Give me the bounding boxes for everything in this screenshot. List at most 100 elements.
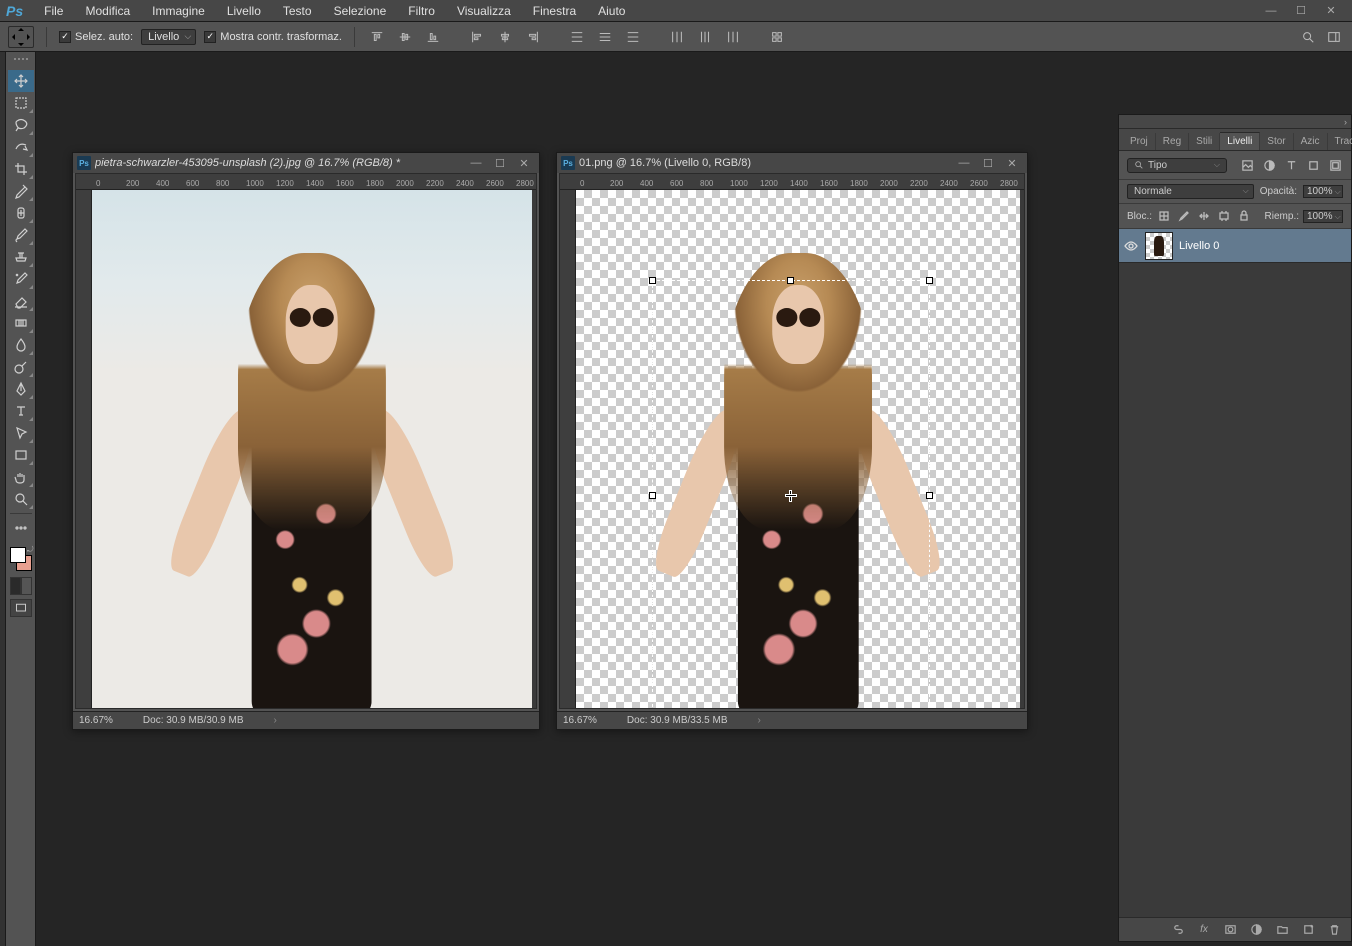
doc-close[interactable]: ✕	[1001, 155, 1023, 171]
distribute-left-icon[interactable]	[667, 27, 687, 47]
quick-select-tool[interactable]	[8, 136, 34, 158]
hand-tool[interactable]	[8, 466, 34, 488]
tab-properties[interactable]: Proj	[1123, 133, 1156, 150]
zoom-readout[interactable]: 16.67%	[79, 715, 113, 726]
lock-artboard-icon[interactable]	[1216, 208, 1232, 224]
distribute-vcenter-icon[interactable]	[595, 27, 615, 47]
layer-visibility-toggle[interactable]	[1123, 238, 1139, 254]
tab-actions[interactable]: Azic	[1294, 133, 1328, 150]
tab-styles[interactable]: Stili	[1189, 133, 1220, 150]
gradient-tool[interactable]	[8, 312, 34, 334]
tab-layers[interactable]: Livelli	[1220, 132, 1260, 150]
doc-close[interactable]: ✕	[513, 155, 535, 171]
doc-minimize[interactable]: —	[465, 155, 487, 171]
align-hcenter-icon[interactable]	[495, 27, 515, 47]
brush-tool[interactable]	[8, 224, 34, 246]
menu-window[interactable]: Finestra	[522, 2, 587, 20]
auto-select-target-dropdown[interactable]: Livello	[141, 29, 196, 45]
layer-row[interactable]: Livello 0	[1119, 229, 1351, 263]
menu-file[interactable]: File	[33, 2, 74, 20]
doc-maximize[interactable]: ☐	[977, 155, 999, 171]
lasso-tool[interactable]	[8, 114, 34, 136]
filter-smartobj-icon[interactable]	[1327, 157, 1343, 173]
eraser-tool[interactable]	[8, 290, 34, 312]
tab-adjustments[interactable]: Reg	[1156, 133, 1189, 150]
tab-history[interactable]: Stor	[1260, 133, 1293, 150]
workspace-switcher-icon[interactable]	[1324, 27, 1344, 47]
distribute-right-icon[interactable]	[723, 27, 743, 47]
lock-position-icon[interactable]	[1196, 208, 1212, 224]
menu-type[interactable]: Testo	[272, 2, 323, 20]
fill-input[interactable]: 100%	[1303, 210, 1343, 223]
delete-layer-icon[interactable]	[1325, 921, 1343, 939]
doc-size-readout[interactable]: Doc: 30.9 MB/30.9 MB	[143, 715, 244, 726]
document-titlebar[interactable]: Ps 01.png @ 16.7% (Livello 0, RGB/8) — ☐…	[557, 153, 1027, 173]
move-tool[interactable]	[8, 70, 34, 92]
foreground-color-swatch[interactable]	[10, 547, 26, 563]
show-transform-checkbox[interactable]: Mostra contr. trasformaz.	[204, 31, 342, 43]
align-vcenter-icon[interactable]	[395, 27, 415, 47]
current-tool-indicator[interactable]	[8, 26, 34, 48]
lock-pixels-icon[interactable]	[1176, 208, 1192, 224]
color-swatches[interactable]: ⤾	[8, 545, 34, 573]
pen-tool[interactable]	[8, 378, 34, 400]
auto-select-checkbox[interactable]: Selez. auto:	[59, 31, 133, 43]
window-close[interactable]: ✕	[1316, 2, 1346, 20]
horizontal-ruler[interactable]: 0 200 400 600 800 1000 1200 1400 1600 18…	[76, 174, 536, 190]
distribute-bottom-icon[interactable]	[623, 27, 643, 47]
filter-pixel-icon[interactable]	[1239, 157, 1255, 173]
toolbox-grip[interactable]	[9, 58, 33, 66]
crop-tool[interactable]	[8, 158, 34, 180]
window-maximize[interactable]: ☐	[1286, 2, 1316, 20]
vertical-ruler[interactable]	[76, 190, 92, 708]
edit-toolbar[interactable]	[8, 517, 34, 539]
lock-all-icon[interactable]	[1236, 208, 1252, 224]
lock-transparency-icon[interactable]	[1156, 208, 1172, 224]
doc-size-readout[interactable]: Doc: 30.9 MB/33.5 MB	[627, 715, 728, 726]
marquee-tool[interactable]	[8, 92, 34, 114]
align-top-edges-icon[interactable]	[367, 27, 387, 47]
layer-thumbnail[interactable]	[1145, 232, 1173, 260]
menu-layer[interactable]: Livello	[216, 2, 272, 20]
new-layer-icon[interactable]	[1299, 921, 1317, 939]
blur-tool[interactable]	[8, 334, 34, 356]
clone-stamp-tool[interactable]	[8, 246, 34, 268]
horizontal-ruler[interactable]: 0 200 400 600 800 1000 1200 1400 1600 18…	[560, 174, 1024, 190]
align-right-edges-icon[interactable]	[523, 27, 543, 47]
menu-select[interactable]: Selezione	[323, 2, 398, 20]
menu-help[interactable]: Aiuto	[587, 2, 636, 20]
layer-name[interactable]: Livello 0	[1179, 240, 1219, 252]
history-brush-tool[interactable]	[8, 268, 34, 290]
quickmask-toggle[interactable]	[10, 577, 32, 595]
adjustment-layer-icon[interactable]	[1247, 921, 1265, 939]
menu-image[interactable]: Immagine	[141, 2, 216, 20]
menu-filter[interactable]: Filtro	[397, 2, 446, 20]
panel-collapse-bar[interactable]: ›	[1119, 115, 1351, 129]
search-icon[interactable]	[1298, 27, 1318, 47]
layer-filter-kind-dropdown[interactable]: Tipo	[1127, 158, 1227, 173]
layer-mask-icon[interactable]	[1221, 921, 1239, 939]
doc-minimize[interactable]: —	[953, 155, 975, 171]
blend-mode-dropdown[interactable]: Normale	[1127, 184, 1254, 199]
collapse-icon[interactable]: ›	[1344, 117, 1347, 127]
canvas[interactable]	[576, 190, 1024, 708]
swap-colors-icon[interactable]: ⤾	[27, 545, 34, 555]
type-tool[interactable]	[8, 400, 34, 422]
healing-brush-tool[interactable]	[8, 202, 34, 224]
filter-adjustment-icon[interactable]	[1261, 157, 1277, 173]
shape-tool[interactable]	[8, 444, 34, 466]
window-minimize[interactable]: —	[1256, 2, 1286, 20]
align-bottom-edges-icon[interactable]	[423, 27, 443, 47]
opacity-input[interactable]: 100%	[1303, 185, 1343, 198]
layer-fx-icon[interactable]: fx	[1195, 921, 1213, 939]
screenmode-toggle[interactable]	[10, 599, 32, 617]
distribute-hcenter-icon[interactable]	[695, 27, 715, 47]
link-layers-icon[interactable]	[1169, 921, 1187, 939]
status-flyout-icon[interactable]: ›	[274, 715, 277, 726]
layer-group-icon[interactable]	[1273, 921, 1291, 939]
distribute-top-icon[interactable]	[567, 27, 587, 47]
filter-type-icon[interactable]	[1283, 157, 1299, 173]
menu-view[interactable]: Visualizza	[446, 2, 522, 20]
doc-maximize[interactable]: ☐	[489, 155, 511, 171]
zoom-readout[interactable]: 16.67%	[563, 715, 597, 726]
